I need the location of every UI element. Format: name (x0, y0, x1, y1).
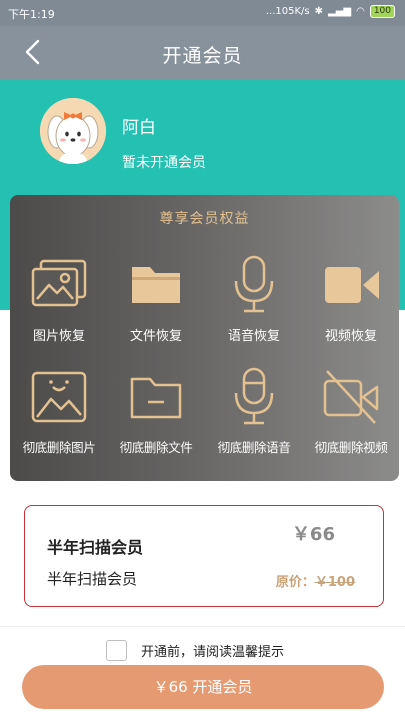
plan-option-half-year[interactable]: 半年扫描会员 半年扫描会员 ￥66 原价：￥100 (24, 505, 384, 607)
benefit-image-delete: 彻底删除图片 (10, 367, 108, 456)
wifi-icon: ◠ (356, 6, 365, 17)
plan-original-price: 原价：￥100 (276, 571, 355, 590)
original-price-value: ￥100 (314, 575, 355, 590)
agreement-row: 开通前，请阅读温馨提示 (106, 640, 284, 661)
bluetooth-icon: ✱ (314, 6, 323, 17)
benefit-label: 视频恢复 (324, 329, 377, 344)
folder-delete-icon (130, 377, 182, 419)
navigation-bar: 开通会员 (0, 26, 405, 80)
benefit-label: 文件恢复 (129, 329, 182, 344)
agreement-checkbox[interactable] (106, 640, 127, 661)
battery-icon: 100 (369, 5, 395, 18)
benefit-image-recovery: 图片恢复 (10, 255, 108, 344)
video-off-icon (323, 370, 379, 424)
benefit-label: 彻底删除图片 (22, 440, 96, 455)
agreement-text[interactable]: 开通前，请阅读温馨提示 (141, 641, 284, 660)
benefit-label: 彻底删除文件 (119, 440, 193, 455)
signal-icon: ▂▄▆ (328, 6, 352, 17)
activate-membership-button[interactable]: ￥66 开通会员 (22, 665, 384, 709)
avatar (40, 98, 106, 164)
benefit-file-delete: 彻底删除文件 (107, 367, 205, 456)
benefit-video-recovery: 视频恢复 (302, 255, 400, 344)
benefit-voice-recovery: 语音恢复 (205, 255, 303, 344)
folder-icon (132, 267, 180, 303)
member-benefits-card: 尊享会员权益 图片恢复 文件恢复 语音恢复 视频恢复 彻底删除图片 彻底删除文件… (10, 195, 399, 481)
status-bar: 下午1:19 ...105K/s ✱ ▂▄▆ ◠ 100 (0, 0, 405, 26)
dog-avatar-icon (40, 98, 106, 164)
microphone-delete-icon (234, 367, 274, 425)
benefit-label: 图片恢复 (32, 329, 85, 344)
microphone-icon (234, 255, 274, 313)
benefit-label: 语音恢复 (227, 329, 280, 344)
status-indicators: ...105K/s ✱ ▂▄▆ ◠ 100 (266, 5, 395, 18)
plan-title: 半年扫描会员 (47, 538, 144, 557)
status-time: 下午1:19 (8, 8, 55, 21)
network-speed: ...105K/s (265, 6, 310, 17)
page-title: 开通会员 (162, 45, 243, 67)
original-price-label: 原价： (275, 575, 315, 590)
plan-price: ￥66 (291, 524, 335, 545)
membership-status: 暂未开通会员 (122, 155, 206, 171)
image-delete-icon (31, 371, 87, 423)
benefit-label: 彻底删除视频 (314, 440, 388, 455)
benefit-file-recovery: 文件恢复 (107, 255, 205, 344)
benefit-label: 彻底删除语音 (217, 440, 291, 455)
benefit-voice-delete: 彻底删除语音 (205, 367, 303, 456)
image-icon (31, 259, 87, 307)
video-camera-icon (325, 267, 379, 303)
benefits-title: 尊享会员权益 (159, 211, 250, 227)
user-name: 阿白 (122, 118, 156, 138)
benefit-video-delete: 彻底删除视频 (302, 367, 400, 456)
plan-subtitle: 半年扫描会员 (47, 570, 138, 588)
